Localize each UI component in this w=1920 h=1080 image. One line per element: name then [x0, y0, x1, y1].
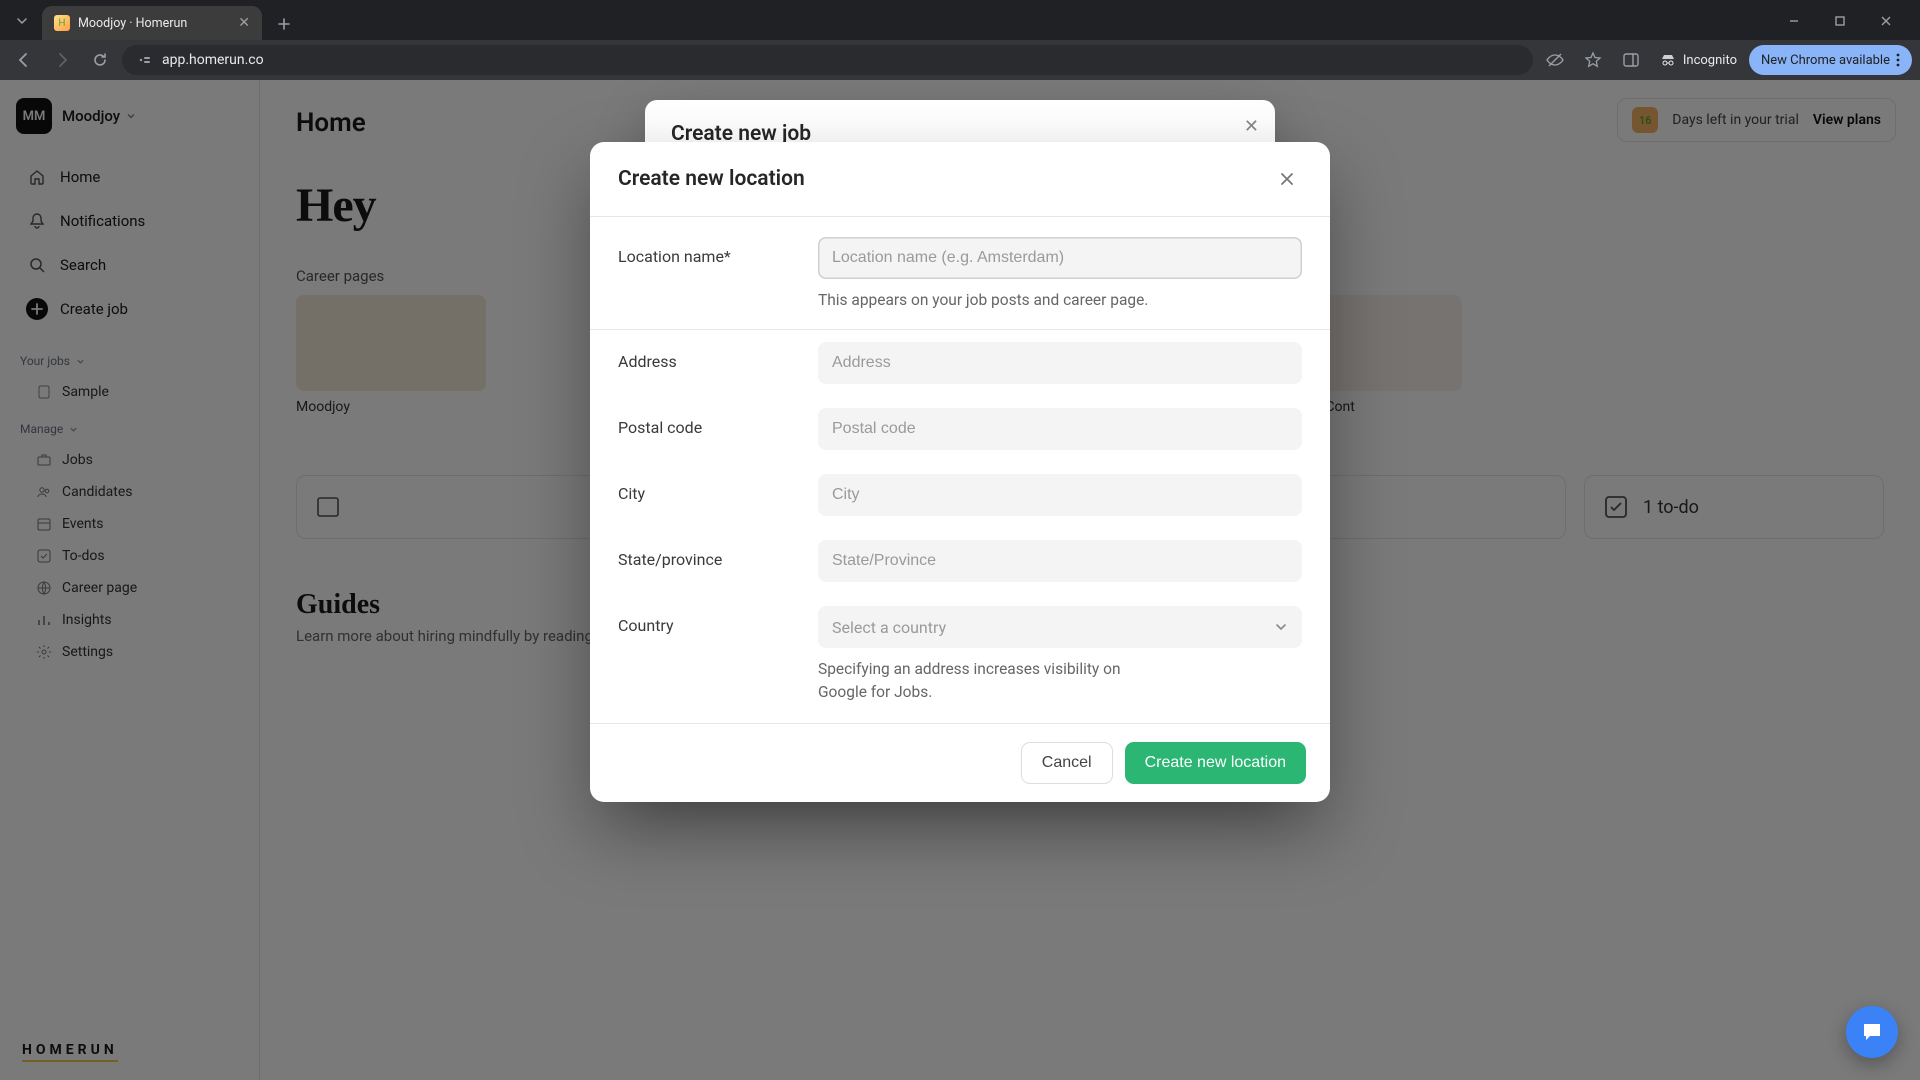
country-select[interactable]: Select a country	[818, 606, 1302, 648]
address-input[interactable]	[818, 342, 1302, 384]
nav-back-button[interactable]	[8, 44, 40, 76]
chevron-down-icon	[1274, 620, 1288, 634]
eye-off-icon[interactable]	[1539, 44, 1571, 76]
chrome-update-chip[interactable]: New Chrome available	[1749, 45, 1912, 75]
window-maximize-button[interactable]	[1818, 6, 1862, 36]
tab-favicon: H	[54, 15, 70, 31]
bookmark-icon[interactable]	[1577, 44, 1609, 76]
side-panel-icon[interactable]	[1615, 44, 1647, 76]
window-controls	[1772, 6, 1908, 36]
postal-code-label: Postal code	[618, 408, 798, 437]
new-tab-button[interactable]	[270, 10, 298, 38]
nav-reload-button[interactable]	[84, 44, 116, 76]
city-input[interactable]	[818, 474, 1302, 516]
browser-chrome: H Moodjoy · Homerun ✕ app.homerun.co Inc…	[0, 0, 1920, 80]
browser-tab-active[interactable]: H Moodjoy · Homerun ✕	[42, 6, 262, 40]
site-info-icon[interactable]	[136, 52, 152, 68]
modal-title: Create new location	[618, 167, 805, 191]
modal-close-button[interactable]	[1272, 164, 1302, 194]
tab-close-icon[interactable]: ✕	[238, 15, 250, 31]
address-text: app.homerun.co	[162, 52, 1519, 68]
state-input[interactable]	[818, 540, 1302, 582]
address-bar[interactable]: app.homerun.co	[122, 45, 1533, 75]
address-label: Address	[618, 342, 798, 371]
kebab-icon	[1896, 53, 1900, 67]
chrome-update-label: New Chrome available	[1761, 53, 1890, 68]
incognito-label: Incognito	[1683, 53, 1737, 68]
incognito-indicator[interactable]: Incognito	[1653, 51, 1743, 69]
close-icon	[1278, 170, 1296, 188]
postal-code-input[interactable]	[818, 408, 1302, 450]
create-location-modal: Create new location Location name* This …	[590, 142, 1330, 802]
state-label: State/province	[618, 540, 798, 569]
tab-search-button[interactable]	[8, 6, 36, 36]
tab-title: Moodjoy · Homerun	[78, 16, 230, 31]
browser-toolbar: app.homerun.co Incognito New Chrome avai…	[0, 40, 1920, 80]
window-close-button[interactable]	[1864, 6, 1908, 36]
browser-tabbar: H Moodjoy · Homerun ✕	[0, 0, 1920, 40]
cancel-button[interactable]: Cancel	[1021, 742, 1113, 784]
intercom-launcher[interactable]	[1846, 1006, 1898, 1058]
create-location-button[interactable]: Create new location	[1125, 742, 1306, 784]
close-icon[interactable]: ✕	[1244, 116, 1259, 137]
nav-forward-button[interactable]	[46, 44, 78, 76]
country-label: Country	[618, 606, 798, 635]
incognito-icon	[1659, 51, 1677, 69]
location-name-input[interactable]	[818, 237, 1302, 279]
window-minimize-button[interactable]	[1772, 6, 1816, 36]
city-label: City	[618, 474, 798, 503]
chat-icon	[1859, 1019, 1885, 1045]
country-select-placeholder: Select a country	[832, 618, 946, 637]
country-hint: Specifying an address increases visibili…	[818, 658, 1148, 703]
location-name-hint: This appears on your job posts and caree…	[818, 289, 1302, 311]
location-name-label: Location name*	[618, 237, 798, 266]
